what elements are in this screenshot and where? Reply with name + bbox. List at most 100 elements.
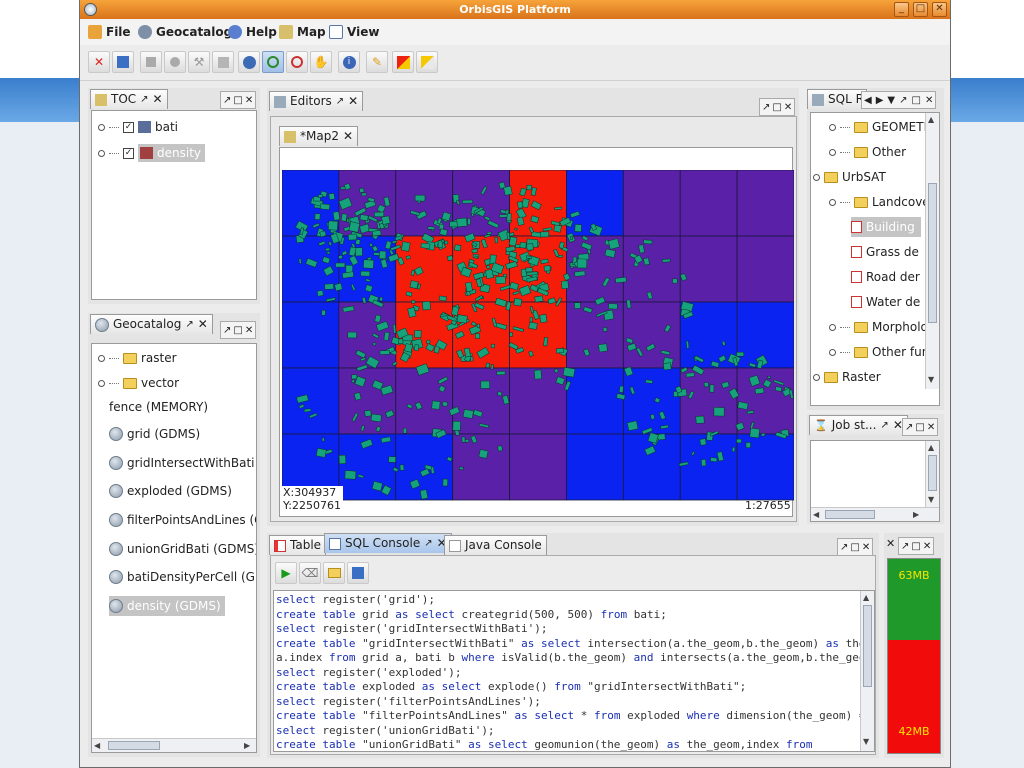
panel-controls[interactable]: ↗ □ ✕ — [220, 91, 257, 109]
pin-icon[interactable]: ↗ — [901, 541, 909, 552]
pin-icon[interactable]: ↗ — [223, 325, 231, 336]
scroll-thumb[interactable] — [928, 183, 937, 323]
full-extent-button[interactable] — [238, 51, 260, 73]
edit-button[interactable]: ✎ — [366, 51, 388, 73]
repo-folder[interactable]: UrbSAT — [813, 167, 886, 187]
disabled-tool-button-1[interactable] — [140, 51, 162, 73]
panel-controls[interactable]: ↗ □ ✕ — [759, 98, 796, 116]
next-icon[interactable]: ▶ — [876, 95, 884, 106]
repo-folder[interactable]: Other — [829, 142, 906, 162]
menu-file[interactable]: File — [88, 23, 131, 41]
info-button[interactable]: i — [338, 51, 360, 73]
maximize-button[interactable]: □ — [913, 2, 928, 17]
restore-icon[interactable]: □ — [850, 542, 859, 553]
catalog-folder[interactable]: vector — [98, 373, 179, 393]
close-icon[interactable]: ✕ — [784, 102, 792, 113]
layer-bati[interactable]: ✓ bati — [98, 117, 178, 137]
tab-map2[interactable]: *Map2 ✕ — [279, 126, 359, 146]
scroll-thumb[interactable] — [108, 741, 160, 750]
panel-controls[interactable]: ↗ □ ✕ — [220, 321, 257, 339]
save-script-button[interactable] — [347, 562, 369, 584]
undock-icon[interactable]: ↗ — [140, 90, 148, 109]
pin-icon[interactable]: ↗ — [840, 542, 848, 553]
pin-icon[interactable]: ↗ — [762, 102, 770, 113]
catalog-source[interactable]: batiDensityPerCell (GD — [109, 567, 256, 587]
restore-icon[interactable]: □ — [233, 325, 242, 336]
panel-controls[interactable]: ◀ ▶ ▼ ↗ □ ✕ — [861, 91, 937, 109]
style-button[interactable] — [392, 51, 414, 73]
sql-text[interactable]: select register('grid'); create table gri… — [276, 593, 874, 751]
scroll-thumb[interactable] — [825, 510, 875, 519]
clear-button[interactable]: ⌫ — [299, 562, 321, 584]
minimize-button[interactable]: _ — [894, 2, 909, 17]
layer-density[interactable]: ✓ density — [98, 143, 205, 163]
close-icon[interactable]: ✕ — [348, 92, 358, 111]
close-icon[interactable]: ✕ — [927, 422, 935, 433]
menu-icon[interactable]: ▼ — [887, 95, 895, 106]
tab-toc[interactable]: TOC ↗ ✕ — [90, 89, 168, 109]
disabled-tool-button-3[interactable]: ⚒ — [188, 51, 210, 73]
catalog-source[interactable]: exploded (GDMS) — [109, 481, 232, 501]
pin-icon[interactable]: ↗ — [223, 95, 231, 106]
repo-script[interactable]: Water de — [851, 292, 920, 312]
close-icon[interactable]: ✕ — [245, 95, 253, 106]
close-icon[interactable]: ✕ — [198, 315, 208, 334]
close-icon[interactable]: ✕ — [245, 325, 253, 336]
prev-icon[interactable]: ◀ — [864, 95, 872, 106]
save-tool-button[interactable] — [112, 51, 134, 73]
repo-script-selected[interactable]: Building — [851, 217, 921, 237]
execute-button[interactable]: ▶ — [275, 562, 297, 584]
close-icon[interactable]: ✕ — [343, 127, 353, 146]
undock-icon[interactable]: ↗ — [336, 92, 344, 111]
tab-job-status[interactable]: ⌛ Job st... ↗ ✕ — [809, 415, 908, 435]
catalog-source[interactable]: unionGridBati (GDMS) — [109, 539, 256, 559]
close-window-button[interactable]: ✕ — [932, 2, 947, 17]
menu-help[interactable]: Help — [228, 23, 277, 41]
repo-folder[interactable]: Other functi — [829, 342, 939, 362]
close-icon[interactable]: ✕ — [925, 95, 933, 106]
menu-map[interactable]: Map — [279, 23, 326, 41]
vertical-scrollbar[interactable]: ▲ ▼ — [925, 441, 939, 507]
restore-icon[interactable]: □ — [911, 541, 920, 552]
horizontal-scrollbar[interactable]: ◀ ▶ — [811, 507, 939, 521]
menu-geocatalog[interactable]: Geocatalog — [138, 23, 232, 41]
expand-icon[interactable] — [98, 123, 105, 131]
vertical-scrollbar[interactable]: ▲ ▼ — [860, 591, 874, 751]
restore-icon[interactable]: □ — [912, 95, 921, 106]
close-icon[interactable]: ✕ — [153, 90, 163, 109]
panel-controls[interactable]: ↗ □ ✕ — [837, 538, 874, 556]
repo-script[interactable]: Road der — [851, 267, 920, 287]
checkbox[interactable]: ✓ — [123, 147, 134, 159]
checkbox[interactable]: ✓ — [123, 121, 134, 133]
undock-icon[interactable]: ↗ — [880, 416, 888, 435]
catalog-source[interactable]: gridIntersectWithBati (G — [109, 453, 256, 473]
close-icon[interactable]: ✕ — [923, 541, 931, 552]
undock-icon[interactable]: ↗ — [424, 534, 432, 553]
pin-icon[interactable]: ↗ — [905, 422, 913, 433]
repo-folder[interactable]: GEOMETRY — [829, 117, 939, 137]
repo-folder[interactable]: Landcover in — [829, 192, 939, 212]
zoom-out-button[interactable] — [286, 51, 308, 73]
restore-icon[interactable]: □ — [772, 102, 781, 113]
catalog-source[interactable]: fence (MEMORY) — [109, 397, 208, 417]
close-icon[interactable]: ✕ — [886, 537, 895, 550]
catalog-source[interactable]: filterPointsAndLines (G — [109, 510, 256, 530]
scroll-thumb[interactable] — [863, 605, 872, 687]
zoom-in-button[interactable] — [262, 51, 284, 73]
menu-view[interactable]: View — [329, 23, 379, 41]
expand-icon[interactable] — [98, 149, 105, 157]
catalog-folder[interactable]: raster — [98, 348, 177, 368]
repo-folder[interactable]: Raster — [813, 367, 881, 387]
close-icon[interactable]: ✕ — [862, 542, 870, 553]
panel-controls[interactable]: ↗ □ ✕ — [898, 537, 935, 555]
disabled-tool-button-2[interactable] — [164, 51, 186, 73]
legend-button[interactable] — [416, 51, 438, 73]
repo-folder[interactable]: Morphologic — [829, 317, 939, 337]
tab-sql-repository[interactable]: SQL R — [807, 89, 867, 109]
repo-script[interactable]: Grass de — [851, 242, 919, 262]
undock-icon[interactable]: ↗ — [185, 315, 193, 334]
tab-sql-console[interactable]: SQL Console ↗ ✕ — [324, 533, 452, 553]
catalog-source-selected[interactable]: density (GDMS) — [109, 596, 225, 616]
map-canvas[interactable] — [282, 170, 794, 516]
delete-tool-button[interactable]: ✕ — [88, 51, 110, 73]
